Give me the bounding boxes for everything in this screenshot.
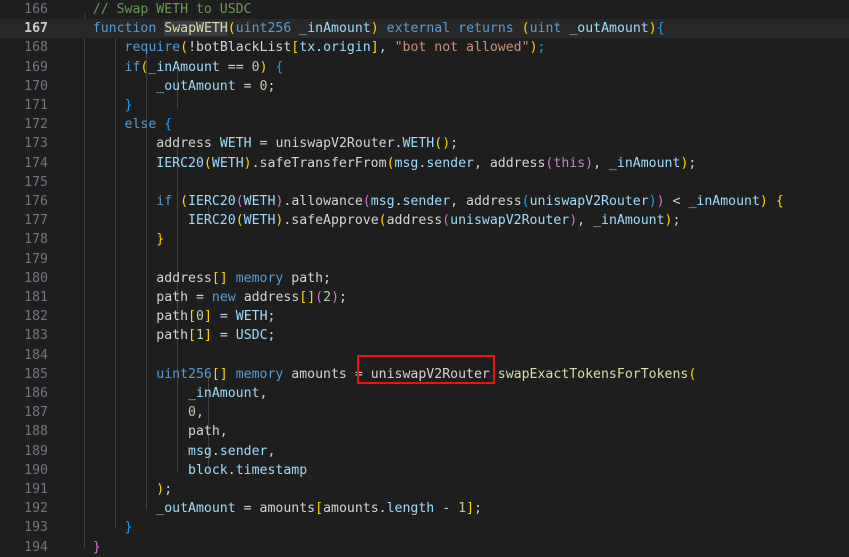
line-number: 171 — [24, 98, 48, 113]
code-line-content[interactable]: address[] memory path; — [61, 269, 331, 288]
code-line[interactable]: 168 require(!botBlackList[tx.origin], "b… — [0, 38, 849, 57]
code-line-content[interactable]: path, — [61, 422, 228, 441]
line-number: 184 — [24, 347, 48, 363]
code-line[interactable]: 184 — [0, 346, 849, 365]
code-line-content[interactable]: ); — [61, 480, 172, 499]
code-line[interactable]: 192 _outAmount = amounts[amounts.length … — [0, 499, 849, 518]
code-line[interactable]: 173 address WETH = uniswapV2Router.WETH(… — [0, 134, 849, 153]
line-number: 188 — [24, 424, 48, 440]
code-line[interactable]: 193 } — [0, 518, 849, 537]
code-line[interactable]: 166 // Swap WETH to USDC — [0, 0, 849, 19]
code-line-content[interactable]: } — [61, 96, 133, 115]
code-line[interactable]: 183 path[1] = USDC; — [0, 326, 849, 345]
line-number: 178 — [24, 232, 48, 248]
line-number: 192 — [24, 501, 48, 517]
code-line-content[interactable]: else { — [61, 115, 173, 134]
code-line-content[interactable]: } — [61, 538, 101, 557]
line-number: 176 — [24, 194, 48, 209]
code-line-content[interactable]: address WETH = uniswapV2Router.WETH(); — [61, 134, 458, 153]
line-number: 181 — [24, 290, 48, 305]
line-number: 190 — [24, 462, 48, 478]
code-line[interactable]: 172 else { — [0, 115, 849, 134]
code-line-content[interactable]: _inAmount, — [61, 384, 267, 403]
code-line[interactable]: 180 address[] memory path; — [0, 269, 849, 288]
line-number: 193 — [24, 520, 48, 536]
code-line-content[interactable]: } — [61, 230, 164, 249]
line-number: 167 — [24, 21, 48, 37]
code-line-content[interactable]: if (IERC20(WETH).allowance(msg.sender, a… — [61, 192, 784, 211]
line-number: 179 — [24, 251, 48, 267]
code-line[interactable]: 181 path = new address[](2); — [0, 288, 849, 307]
code-line-content[interactable]: path = new address[](2); — [61, 288, 347, 307]
code-line-content[interactable]: function SwapWETH(uint256 _inAmount) ext… — [61, 19, 665, 38]
code-editor[interactable]: 166 // Swap WETH to USDC 167 function Swa… — [0, 0, 849, 555]
code-line-content[interactable]: path[1] = USDC; — [61, 326, 275, 345]
code-line[interactable]: 171 } — [0, 96, 849, 115]
line-number: 169 — [24, 59, 48, 75]
code-line-content[interactable]: IERC20(WETH).safeApprove(address(uniswap… — [61, 211, 680, 230]
code-line[interactable]: 190 block.timestamp — [0, 461, 849, 480]
code-line-content[interactable]: } — [61, 518, 133, 537]
code-line[interactable]: 179 — [0, 250, 849, 269]
code-line-content[interactable]: msg.sender, — [61, 442, 275, 461]
code-line-content[interactable]: IERC20(WETH).safeTransferFrom(msg.sender… — [61, 154, 696, 173]
code-line[interactable]: 194 } — [0, 538, 849, 557]
code-line-content[interactable]: _outAmount = 0; — [61, 77, 275, 96]
code-line[interactable]: 188 path, — [0, 422, 849, 441]
line-number: 174 — [24, 155, 48, 171]
code-line[interactable]: 182 path[0] = WETH; — [0, 307, 849, 326]
code-line[interactable]: 167 function SwapWETH(uint256 _inAmount)… — [0, 19, 849, 39]
code-line-content[interactable]: 0, — [61, 403, 204, 422]
code-line[interactable]: 174 IERC20(WETH).safeTransferFrom(msg.se… — [0, 154, 849, 173]
line-number: 189 — [24, 443, 48, 459]
code-lines[interactable]: 166 // Swap WETH to USDC 167 function Swa… — [0, 0, 849, 557]
line-number: 173 — [24, 136, 48, 152]
code-line[interactable]: 185 uint256[] memory amounts = uniswapV2… — [0, 365, 849, 384]
code-line[interactable]: 189 msg.sender, — [0, 442, 849, 461]
line-number: 172 — [24, 117, 48, 133]
line-number: 166 — [24, 2, 48, 17]
code-line-content[interactable]: _outAmount = amounts[amounts.length - 1]… — [61, 499, 482, 518]
line-number: 191 — [24, 482, 48, 497]
code-line-content[interactable]: block.timestamp — [61, 461, 307, 480]
line-number: 170 — [24, 78, 48, 94]
code-line[interactable]: 187 0, — [0, 403, 849, 422]
code-line[interactable]: 186 _inAmount, — [0, 384, 849, 403]
line-number: 182 — [24, 309, 48, 325]
line-number: 183 — [24, 328, 48, 344]
code-line[interactable]: 175 — [0, 173, 849, 192]
code-line-content[interactable]: if(_inAmount == 0) { — [61, 58, 284, 77]
line-number: 186 — [24, 386, 48, 401]
code-line[interactable]: 191 ); — [0, 480, 849, 499]
line-number: 185 — [24, 366, 48, 382]
code-line-content[interactable]: uint256[] memory amounts = uniswapV2Rout… — [61, 365, 696, 384]
code-line-content[interactable]: path[0] = WETH; — [61, 307, 275, 326]
code-line[interactable]: 170 _outAmount = 0; — [0, 77, 849, 96]
line-number: 194 — [24, 539, 48, 555]
code-line[interactable]: 169 if(_inAmount == 0) { — [0, 58, 849, 77]
code-line-content[interactable]: require(!botBlackList[tx.origin], "bot n… — [61, 38, 546, 57]
line-number: 187 — [24, 405, 48, 421]
line-number: 175 — [24, 174, 48, 190]
line-number: 180 — [24, 270, 48, 286]
code-line[interactable]: 177 IERC20(WETH).safeApprove(address(uni… — [0, 211, 849, 230]
code-line[interactable]: 176 if (IERC20(WETH).allowance(msg.sende… — [0, 192, 849, 211]
line-number: 168 — [24, 40, 48, 56]
code-line-content[interactable]: // Swap WETH to USDC — [61, 0, 252, 19]
code-line[interactable]: 178 } — [0, 230, 849, 249]
line-number: 177 — [24, 213, 48, 229]
